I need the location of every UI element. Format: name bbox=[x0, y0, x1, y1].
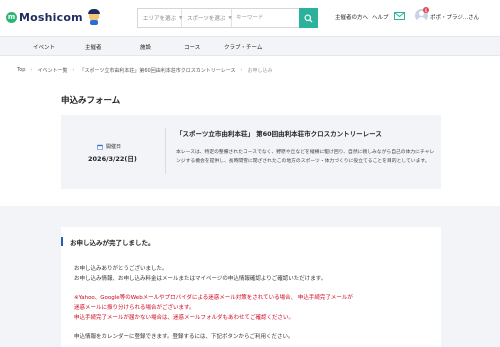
event-date-label: 開催日 bbox=[106, 144, 122, 150]
chevron-right-icon: › bbox=[30, 67, 33, 73]
calendar-info-text: 申込情報をカレンダーに登録できます。登録するには、下記ボタンからご利用ください。 bbox=[74, 334, 294, 340]
main-nav: イベント 主催者 施設 コース クラブ・チーム bbox=[0, 36, 500, 56]
event-date: 2026/3/22(日) bbox=[88, 155, 137, 163]
page-title: 申込みフォーム bbox=[61, 96, 121, 106]
nav-item-facilities[interactable]: 施設 bbox=[140, 43, 151, 51]
mascot-icon bbox=[87, 9, 101, 25]
confirmation-card: お申し込みが完了しました。 お申し込みありがとうございました。 お申し込み情報、… bbox=[61, 227, 441, 347]
search-icon bbox=[304, 13, 313, 23]
breadcrumb-top[interactable]: Top bbox=[17, 67, 25, 74]
info-text: お申し込み情報、お申し込み料金はメールまたはマイページの申込情報確認よりご確認い… bbox=[74, 276, 327, 282]
area-select-label: エリアを選ぶ bbox=[143, 16, 177, 22]
breadcrumb-event[interactable]: 「スポーツ立市由利本荘」第60回由利本荘市クロスカントリーレース bbox=[79, 67, 235, 74]
nav-item-clubs[interactable]: クラブ・チーム bbox=[224, 43, 262, 51]
confirmation-heading: お申し込みが完了しました。 bbox=[61, 237, 155, 247]
notification-badge: 6 bbox=[423, 7, 429, 13]
event-summary: 開催日 2026/3/22(日) 「スポーツ立市由利本荘」 第60回由利本荘市ク… bbox=[61, 115, 441, 189]
chevron-right-icon: › bbox=[72, 67, 75, 73]
breadcrumb-event-list[interactable]: イベント一覧 bbox=[37, 67, 67, 74]
nav-item-courses[interactable]: コース bbox=[184, 43, 200, 51]
area-select[interactable]: エリアを選ぶ ▼ bbox=[138, 9, 182, 27]
thanks-text: お申し込みありがとうございました。 bbox=[74, 266, 168, 272]
help-link[interactable]: ヘルプ bbox=[372, 13, 389, 21]
calendar-icon bbox=[97, 144, 103, 150]
warning-text-2: 迷惑メールに振り分けられる場合がございます。 bbox=[74, 305, 195, 311]
chevron-right-icon: › bbox=[240, 67, 243, 73]
sport-select[interactable]: スポーツを選ぶ ▼ bbox=[182, 9, 232, 27]
nav-item-organizers[interactable]: 主催者 bbox=[85, 43, 102, 51]
keyword-input[interactable] bbox=[232, 9, 298, 27]
breadcrumb: Top › イベント一覧 › 「スポーツ立市由利本荘」第60回由利本荘市クロスカ… bbox=[17, 67, 273, 74]
search-button[interactable] bbox=[299, 8, 318, 28]
warning-text-1: ※Yahoo、Google等のWebメールやプロバイダによる迷惑メール対策をされ… bbox=[74, 295, 353, 301]
breadcrumb-current: お申し込み bbox=[247, 68, 273, 74]
event-title: 「スポーツ立市由利本荘」 第60回由利本荘市クロスカントリーレース bbox=[176, 130, 382, 138]
event-date-label-row: 開催日 bbox=[97, 143, 121, 150]
site-header: m Moshicom エリアを選ぶ ▼ スポーツを選ぶ ▼ 主催者の方へ ヘルプ… bbox=[0, 0, 500, 36]
user-name[interactable]: ポポ・プラジ...さん bbox=[430, 13, 479, 21]
logo-mark-icon: m bbox=[6, 11, 17, 23]
event-description: 本レースは、特定の整備されたコースでなく、野原や丘などを縦横に駆け回り、自然に親… bbox=[176, 150, 435, 164]
nav-item-events[interactable]: イベント bbox=[33, 43, 55, 51]
site-logo[interactable]: m Moshicom bbox=[6, 9, 101, 25]
warning-text-3: 申込手続完了メールが届かない場合は、迷惑メールフォルダもあわせてご確認ください。 bbox=[74, 315, 295, 321]
search-bar: エリアを選ぶ ▼ スポーツを選ぶ ▼ bbox=[137, 8, 318, 28]
event-date-block: 開催日 2026/3/22(日) bbox=[61, 115, 165, 189]
logo-text: Moshicom bbox=[19, 10, 83, 24]
organizer-link[interactable]: 主催者の方へ bbox=[335, 13, 368, 21]
mail-icon[interactable] bbox=[394, 12, 405, 20]
sport-select-label: スポーツを選ぶ bbox=[187, 16, 226, 22]
divider bbox=[165, 128, 166, 174]
